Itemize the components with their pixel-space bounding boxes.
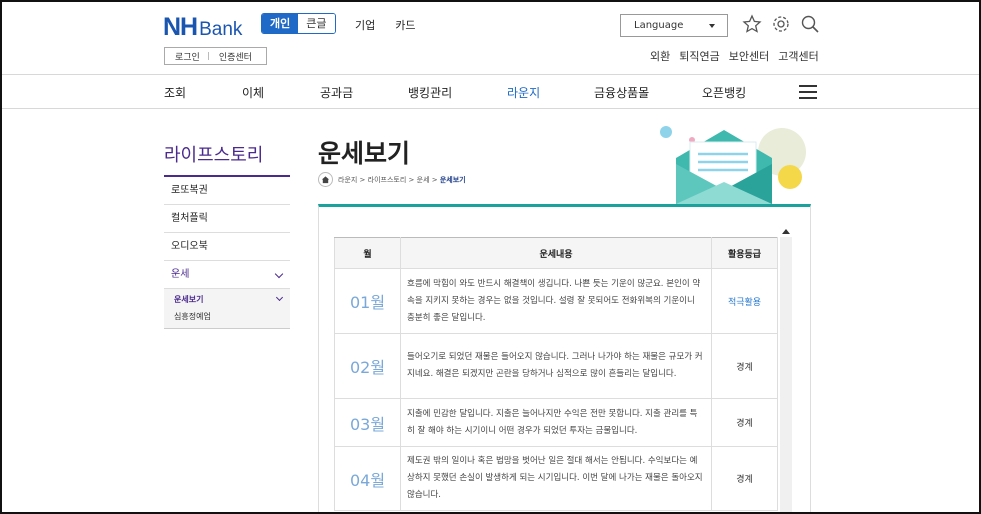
scrollbar-track[interactable] xyxy=(780,237,792,512)
lnb-item-label: 컬처플릭 xyxy=(171,213,208,224)
envelope-illustration xyxy=(660,126,806,204)
language-select[interactable]: Language xyxy=(620,14,728,37)
breadcrumb-separator: > xyxy=(406,175,417,184)
month-cell: 01월 xyxy=(334,268,401,334)
breadcrumb-item[interactable]: 라이프스토리 xyxy=(368,175,407,185)
login-box: 로그인 인증센터 xyxy=(164,47,267,65)
fortune-text-cell: 제도권 밖의 일이나 혹은 법망을 벗어난 일은 절대 해서는 안됩니다. 수익… xyxy=(400,446,712,511)
login-link[interactable]: 로그인 xyxy=(165,50,200,63)
fortune-panel: 월 운세내용 활용등급 01월 흐름에 막힘이 와도 반드시 해결책이 생깁니다… xyxy=(318,204,811,512)
page-title: 운세보기 xyxy=(318,139,411,168)
grade-cell: 경계 xyxy=(711,398,778,447)
breadcrumb-separator: > xyxy=(357,175,368,184)
home-icon[interactable] xyxy=(318,172,333,187)
fortune-text-cell: 지출에 민감한 달입니다. 지출은 늘어나지만 수익은 전만 못합니다. 지출 … xyxy=(400,398,712,447)
gnb-open-banking[interactable]: 오픈뱅킹 xyxy=(702,84,746,101)
month-cell: 04월 xyxy=(334,446,401,511)
table-row: 04월 제도권 밖의 일이나 혹은 법망을 벗어난 일은 절대 해서는 안됩니다… xyxy=(334,446,778,511)
fortune-text-cell: 들어오기로 되었던 재물은 들어오지 않습니다. 그러나 나가야 하는 재물은 … xyxy=(400,333,712,399)
table-row: 01월 흐름에 막힘이 와도 반드시 해결책이 생깁니다. 나쁜 듯는 기운이 … xyxy=(334,268,778,334)
caret-down-icon xyxy=(709,24,715,28)
gnb-inquiry[interactable]: 조회 xyxy=(164,84,186,101)
column-header-month: 월 xyxy=(334,237,401,269)
fortune-table: 월 운세내용 활용등급 01월 흐름에 막힘이 와도 반드시 해결책이 생깁니다… xyxy=(334,237,778,511)
gnb-banking-admin[interactable]: 뱅킹관리 xyxy=(408,84,452,101)
cert-center-link[interactable]: 인증센터 xyxy=(209,50,252,63)
top-nav-card[interactable]: 카드 xyxy=(395,17,415,33)
mode-large-text-button[interactable]: 큰글 xyxy=(298,14,335,33)
lnb-item-label: 오디오북 xyxy=(171,241,208,252)
scroll-up-arrow-icon[interactable] xyxy=(782,229,790,234)
language-label: Language xyxy=(634,20,684,31)
table-row: 03월 지출에 민감한 달입니다. 지출은 늘어나지만 수익은 전만 못합니다.… xyxy=(334,398,778,447)
header-divider-bottom xyxy=(2,108,979,109)
breadcrumb-current: 운세보기 xyxy=(439,175,466,184)
chevron-down-icon xyxy=(274,269,284,279)
lnb-item-culture[interactable]: 컬처플릭 xyxy=(164,205,290,233)
breadcrumb: 라운지 > 라이프스토리 > 운세 > 운세보기 xyxy=(318,172,466,187)
gnb-utility-bills[interactable]: 공과금 xyxy=(320,84,353,101)
table-row: 02월 들어오기로 되었던 재물은 들어오지 않습니다. 그러나 나가야 하는 … xyxy=(334,333,778,399)
breadcrumb-item[interactable]: 라운지 xyxy=(338,175,357,185)
grade-cell: 경계 xyxy=(711,333,778,399)
mode-switch: 개인 큰글 xyxy=(261,13,336,34)
nh-bank-logo[interactable]: NH Bank xyxy=(163,13,242,42)
util-pension[interactable]: 퇴직연금 xyxy=(679,48,719,64)
column-header-grade: 활용등급 xyxy=(711,237,778,269)
util-security[interactable]: 보안센터 xyxy=(729,48,769,64)
utility-links: 외환 퇴직연금 보안센터 고객센터 xyxy=(650,48,819,64)
chevron-down-icon xyxy=(275,293,284,302)
lnb-item-lotto[interactable]: 로또복권 xyxy=(164,177,290,205)
grade-cell: 경계 xyxy=(711,446,778,511)
logo-bank-text: Bank xyxy=(199,19,243,40)
gnb-transfer[interactable]: 이체 xyxy=(242,84,264,101)
lnb-title: 라이프스토리 xyxy=(164,145,264,166)
breadcrumb-separator: > xyxy=(429,175,440,184)
fortune-text-cell: 흐름에 막힘이 와도 반드시 해결책이 생깁니다. 나쁜 듯는 기운이 많군요.… xyxy=(400,268,712,334)
month-cell: 03월 xyxy=(334,398,401,447)
month-cell: 02월 xyxy=(334,333,401,399)
table-header-row: 월 운세내용 활용등급 xyxy=(334,237,778,269)
top-nav-business[interactable]: 기업 xyxy=(355,17,375,33)
lnb-item-label: 운세 xyxy=(171,269,190,280)
breadcrumb-item[interactable]: 운세 xyxy=(417,175,430,185)
lnb-item-audiobook[interactable]: 오디오북 xyxy=(164,233,290,261)
lnb-item-fortune[interactable]: 운세 xyxy=(164,261,290,289)
grade-cell: 적극활용 xyxy=(711,268,778,334)
gear-icon[interactable] xyxy=(771,14,791,34)
search-icon[interactable] xyxy=(800,14,820,34)
util-customer[interactable]: 고객센터 xyxy=(778,48,818,64)
menu-icon[interactable] xyxy=(799,85,817,99)
header-divider-top xyxy=(2,74,979,75)
app-frame: NH Bank 개인 큰글 기업 카드 Language 로그인 인증센터 외환… xyxy=(2,2,979,512)
column-header-content: 운세내용 xyxy=(400,237,712,269)
util-forex[interactable]: 외환 xyxy=(650,48,670,64)
submenu-second-item[interactable]: 심흥정예업 xyxy=(174,311,211,322)
gnb-lounge[interactable]: 라운지 xyxy=(507,84,540,101)
gnb-product-mall[interactable]: 금융상품몰 xyxy=(594,84,649,101)
logo-nh-text: NH xyxy=(163,13,198,41)
lnb-submenu: 운세보기 심흥정예업 xyxy=(164,289,290,329)
mode-personal-button[interactable]: 개인 xyxy=(262,14,299,33)
submenu-fortune-view[interactable]: 운세보기 xyxy=(174,294,203,305)
top-nav: 기업 카드 xyxy=(355,17,416,33)
lnb-item-label: 로또복권 xyxy=(171,185,208,196)
star-icon[interactable] xyxy=(742,14,762,34)
